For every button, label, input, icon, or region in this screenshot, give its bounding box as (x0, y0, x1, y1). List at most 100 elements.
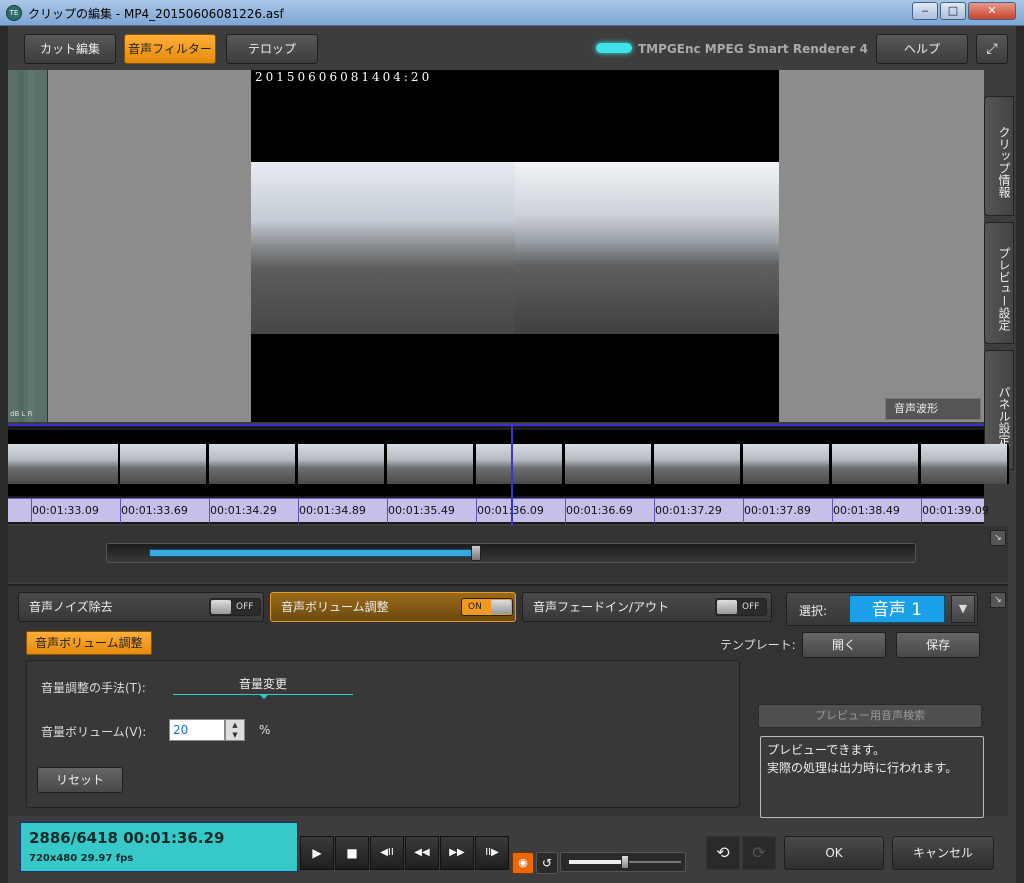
volume-spinner[interactable]: ▲ ▼ (225, 719, 245, 741)
timecode-label: 00:01:37.29 (655, 504, 722, 517)
maximize-button[interactable]: □ (940, 2, 966, 20)
template-save-button[interactable]: 保存 (896, 632, 980, 658)
volume-knob[interactable] (621, 855, 629, 869)
toggle-knob (717, 600, 737, 614)
tab-noise-removal[interactable]: 音声ノイズ除去 OFF (18, 592, 264, 622)
meter-bar-left (18, 70, 24, 422)
toggle-state: OFF (236, 602, 254, 612)
volume-unit: % (259, 723, 271, 737)
rewind-button[interactable]: ◀◀ (405, 836, 439, 870)
timeline-thumbnail (387, 444, 475, 484)
timeline-thumbnail (921, 444, 1009, 484)
next-frame-button[interactable]: II▶ (475, 836, 509, 870)
timeline-thumbnail (832, 444, 920, 484)
template-open-button[interactable]: 開く (802, 632, 886, 658)
filter-panel: 音声ノイズ除去 OFF 音声ボリューム調整 ON 音声フェードイン/アウト OF… (8, 584, 1008, 818)
timeline-thumbnail (120, 444, 208, 484)
tab-fade-in-out[interactable]: 音声フェードイン/アウト OFF (522, 592, 772, 622)
volume-track (625, 861, 681, 863)
play-button[interactable]: ▶ (300, 836, 334, 870)
spin-down-icon[interactable]: ▼ (226, 730, 244, 740)
audio-track-selector[interactable]: 選択: 音声 1 ▼ (786, 592, 978, 626)
noise-removal-label: 音声ノイズ除去 (29, 600, 113, 614)
timeline-thumbnail (298, 444, 386, 484)
volume-fill (569, 860, 625, 864)
reset-button[interactable]: リセット (37, 767, 123, 793)
fullscreen-button[interactable]: ⤢ (976, 34, 1008, 64)
spin-up-icon[interactable]: ▲ (226, 720, 244, 730)
noise-removal-toggle[interactable]: OFF (209, 598, 261, 616)
audio-filter-button[interactable]: 音声フィルター (124, 34, 216, 64)
frame-status: 2886/6418 00:01:36.29 720x480 29.97 fps (20, 822, 298, 872)
video-timestamp: 20150606081404:20 (255, 70, 433, 84)
timecode-ruler: 00:01:33.09 00:01:33.69 00:01:34.29 00:0… (8, 498, 989, 523)
window-title-bar: TE クリップの編集 - MP4_20150606081226.asf ‒ □ … (0, 0, 1024, 26)
stop-button[interactable]: ■ (335, 836, 369, 870)
loop-icon[interactable]: ↺ (536, 852, 558, 874)
section-title: 音声ボリューム調整 (26, 631, 152, 655)
message-line: プレビューできます。 (767, 743, 886, 757)
speaker-icon[interactable]: ◉ (512, 852, 534, 874)
volume-label: 音量ボリューム(V): (41, 725, 147, 739)
video-frame-right (515, 162, 779, 334)
template-label: テンプレート: (720, 638, 796, 652)
minimize-button[interactable]: ‒ (912, 2, 938, 20)
tab-clip-info-label: クリップ情報 (997, 126, 1011, 198)
close-button[interactable]: ✕ (968, 2, 1016, 20)
video-format: 720x480 29.97 fps (29, 853, 134, 864)
timeline-thumbnail (209, 444, 297, 484)
help-button[interactable]: ヘルプ (876, 34, 968, 64)
thumbnail-strip (8, 430, 1009, 496)
preview-audio-search-button[interactable]: プレビュー用音声検索 (758, 704, 982, 728)
timecode-label: 00:01:35.49 (388, 504, 455, 517)
timecode-label: 00:01:33.69 (121, 504, 188, 517)
tab-preview-settings-label: プレビュー設定 (997, 247, 1011, 331)
preview-left-margin (48, 70, 254, 422)
waveform-tab[interactable]: 音声波形 (885, 398, 981, 420)
telop-button[interactable]: テロップ (226, 34, 318, 64)
video-preview[interactable]: 20150606081404:20 (251, 70, 779, 422)
undo-icon[interactable]: ⟲ (706, 836, 740, 870)
timeline-thumbnail (654, 444, 742, 484)
cancel-button[interactable]: キャンセル (892, 836, 994, 870)
timecode-label: 00:01:37.89 (744, 504, 811, 517)
meter-label: dB L R (10, 410, 33, 418)
playhead[interactable] (511, 426, 513, 526)
timeline[interactable]: 00:01:33.09 00:01:33.69 00:01:34.29 00:0… (8, 424, 1009, 526)
meter-bar-right (28, 70, 34, 422)
tab-volume-adjust[interactable]: 音声ボリューム調整 ON (270, 592, 516, 622)
timecode-label: 00:01:38.49 (833, 504, 900, 517)
tab-preview-settings[interactable]: プレビュー設定 (984, 222, 1014, 344)
pin-icon[interactable]: ↘ (990, 530, 1006, 546)
volume-adjust-toggle[interactable]: ON (461, 598, 513, 616)
expand-icon: ⤢ (986, 41, 998, 57)
timecode-label: 00:01:33.09 (32, 504, 99, 517)
selected-track[interactable]: 音声 1 (849, 595, 945, 623)
tab-clip-info[interactable]: クリップ情報 (984, 96, 1014, 216)
audio-level-meter: dB L R (8, 70, 48, 422)
fast-forward-button[interactable]: ▶▶ (440, 836, 474, 870)
seek-thumb[interactable] (471, 545, 481, 561)
ok-button[interactable]: OK (784, 836, 884, 870)
fade-label: 音声フェードイン/アウト (533, 600, 670, 614)
volume-settings-box: 音量調整の手法(T): 音量変更 音量ボリューム(V): ▲ ▼ % リセット (26, 660, 740, 808)
message-line: 実際の処理は出力時に行われます。 (767, 761, 958, 775)
volume-input[interactable] (169, 719, 225, 741)
video-frame-left (251, 162, 515, 334)
volume-adjust-label: 音声ボリューム調整 (281, 600, 389, 614)
seek-slider[interactable] (106, 543, 916, 563)
pin-icon[interactable]: ↘ (990, 592, 1006, 608)
fade-toggle[interactable]: OFF (715, 598, 767, 616)
chevron-down-icon[interactable]: ▼ (951, 595, 975, 623)
prev-frame-button[interactable]: ◀II (370, 836, 404, 870)
timeline-thumbnail (32, 444, 120, 484)
playback-volume-slider[interactable] (560, 852, 686, 872)
seek-progress (149, 549, 477, 557)
method-select[interactable]: 音量変更 (173, 675, 353, 695)
window-title: クリップの編集 - MP4_20150606081226.asf (28, 7, 284, 21)
redo-icon: ⟳ (742, 836, 776, 870)
timeline-thumbnail (743, 444, 831, 484)
preview-right-margin (779, 70, 984, 422)
message-box: プレビューできます。 実際の処理は出力時に行われます。 (760, 736, 984, 818)
cut-edit-button[interactable]: カット編集 (24, 34, 116, 64)
